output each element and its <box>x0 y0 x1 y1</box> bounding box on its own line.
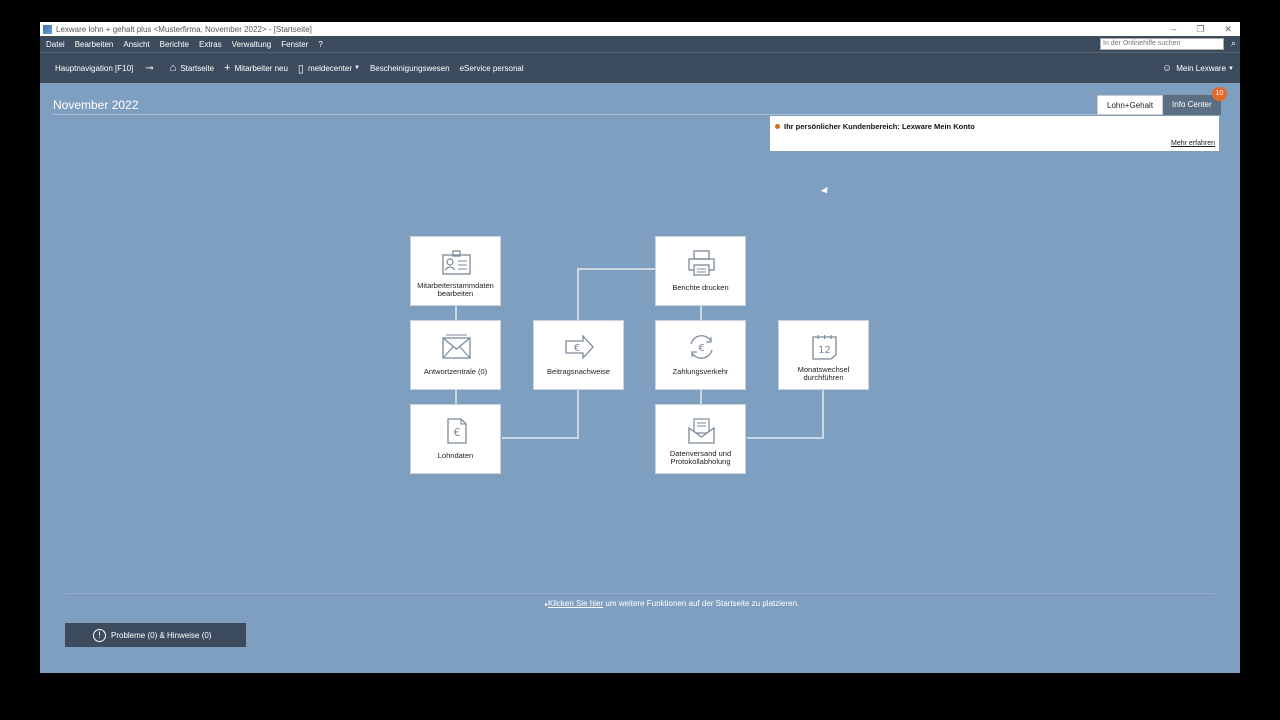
problems-label: Probleme (0) & Hinweise (0) <box>111 630 212 640</box>
svg-text:€: € <box>454 426 461 439</box>
tile-beitragsnachweise[interactable]: € Beitragsnachweise <box>533 320 624 390</box>
tile-mitarbeiterstammdaten[interactable]: Mitarbeiterstammdaten bearbeiten <box>410 236 501 306</box>
euro-arrow-icon: € <box>565 334 594 360</box>
svg-text:12: 12 <box>818 345 831 356</box>
footer-hint-text: um weitere Funktionen auf der Startseite… <box>603 599 800 608</box>
tile-label: Monatswechsel durchführen <box>797 365 850 382</box>
tile-zahlungsverkehr[interactable]: € Zahlungsverkehr <box>655 320 746 390</box>
tile-monatswechsel[interactable]: 12 Monatswechsel durchführen <box>778 320 869 390</box>
svg-text:€: € <box>574 343 580 354</box>
exclamation-icon: ! <box>93 628 106 642</box>
tile-label: Mitarbeiterstammdaten bearbeiten <box>417 281 494 298</box>
euro-refresh-icon: € <box>690 335 713 359</box>
tile-label: Lohndaten <box>437 451 474 460</box>
tile-label: Datenversand und Protokollabholung <box>669 449 732 466</box>
calendar-icon: 12 <box>812 335 837 360</box>
tile-lohndaten[interactable]: € Lohndaten <box>410 404 501 474</box>
tile-label: Berichte drucken <box>672 283 729 292</box>
divider <box>65 593 1215 594</box>
tile-label: Antwortzentrale (0) <box>423 367 488 376</box>
tile-antwortzentrale[interactable]: Antwortzentrale (0) <box>410 320 501 390</box>
id-card-icon <box>442 250 471 275</box>
app-window: Lexware lohn + gehalt plus <Musterfirma,… <box>40 22 1240 673</box>
klicken-sie-hier-link[interactable]: Klicken Sie hier <box>548 599 603 608</box>
tile-datenversand[interactable]: Datenversand und Protokollabholung <box>655 404 746 474</box>
problems-button[interactable]: ! Probleme (0) & Hinweise (0) <box>65 623 246 647</box>
printer-icon <box>688 250 715 276</box>
svg-text:€: € <box>698 343 704 354</box>
euro-document-icon: € <box>447 418 467 444</box>
connector-lines <box>455 268 824 439</box>
envelope-icon <box>442 334 471 359</box>
open-envelope-icon <box>688 418 715 444</box>
footer-hint: ▸Klicken Sie hier um weitere Funktionen … <box>545 599 799 608</box>
tile-label: Zahlungsverkehr <box>672 367 729 376</box>
tile-berichte-drucken[interactable]: Berichte drucken <box>655 236 746 306</box>
tile-label: Beitragsnachweise <box>547 367 610 376</box>
